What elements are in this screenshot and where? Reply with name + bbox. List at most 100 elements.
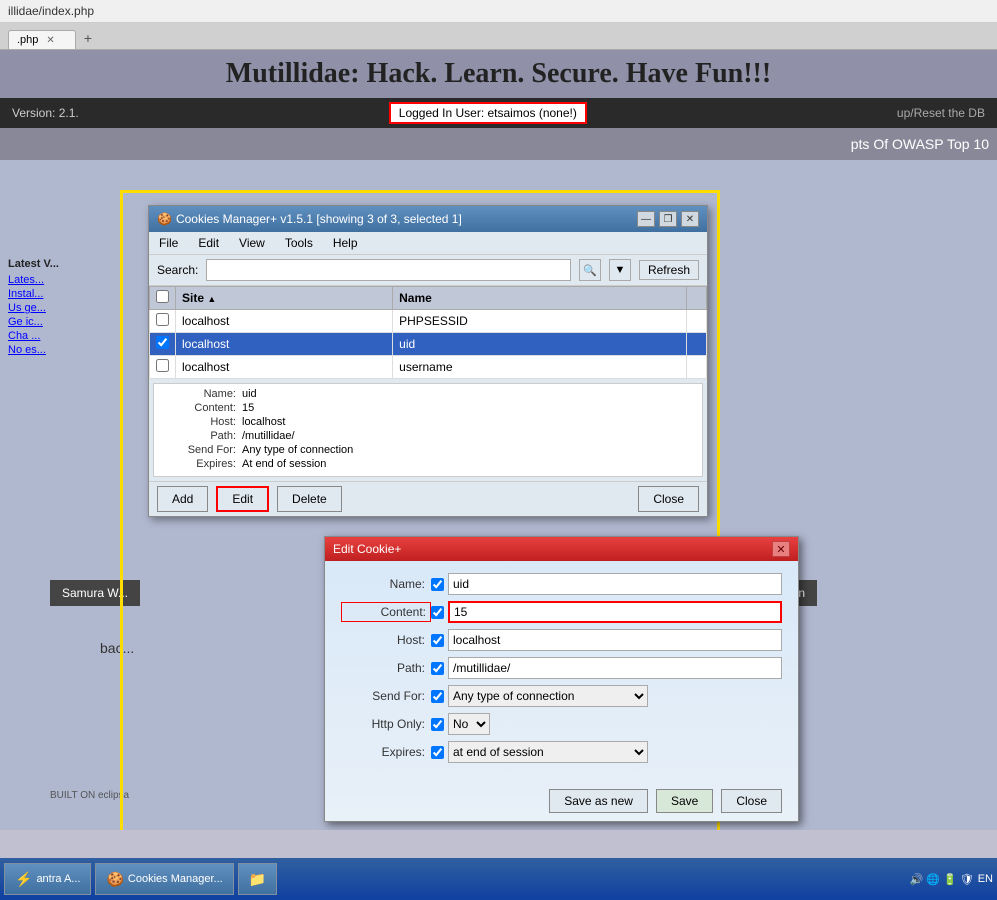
- page-title: Mutillidae: Hack. Learn. Secure. Have Fu…: [16, 58, 981, 90]
- header-name[interactable]: Name: [393, 287, 687, 310]
- content-input[interactable]: [448, 601, 782, 623]
- host-row: Host:: [341, 629, 782, 651]
- path-checkbox[interactable]: [431, 662, 444, 675]
- detail-content-label: Content:: [162, 402, 242, 414]
- tab-label: .php: [17, 34, 38, 46]
- browser-tab[interactable]: .php ✕: [8, 30, 76, 49]
- send-for-checkbox[interactable]: [431, 690, 444, 703]
- detail-host-label: Host:: [162, 416, 242, 428]
- logged-in-user-badge: Logged In User: etsaimos (none!): [389, 102, 587, 124]
- save-as-new-btn[interactable]: Save as new: [549, 789, 648, 813]
- row-site-3: localhost: [176, 356, 393, 379]
- detail-path-value: /mutillidae/: [242, 430, 295, 442]
- row-checkbox[interactable]: [150, 310, 176, 333]
- search-input[interactable]: [206, 259, 571, 281]
- detail-name-label: Name:: [162, 388, 242, 400]
- edit-buttons: Save as new Save Close: [325, 781, 798, 821]
- detail-send-for-label: Send For:: [162, 444, 242, 456]
- sidebar-link-3[interactable]: Us ge...: [8, 302, 112, 314]
- built-on-text: BUILT ON eclipsa: [50, 790, 129, 801]
- http-only-row: Http Only: No Yes: [341, 713, 782, 735]
- built-on: BUILT ON eclipsa: [50, 790, 129, 801]
- name-input[interactable]: [448, 573, 782, 595]
- edit-close-btn[interactable]: ✕: [772, 541, 790, 557]
- edit-btn[interactable]: Edit: [216, 486, 269, 512]
- expires-checkbox[interactable]: [431, 746, 444, 759]
- delete-btn[interactable]: Delete: [277, 486, 342, 512]
- close-window-btn[interactable]: ✕: [681, 211, 699, 227]
- latest-title: Latest V...: [8, 258, 112, 270]
- tab-close-btn[interactable]: ✕: [46, 35, 54, 46]
- row-site-1: localhost: [176, 310, 393, 333]
- http-only-select[interactable]: No Yes: [448, 713, 490, 735]
- row-name-2: uid: [393, 333, 687, 356]
- table-row-3[interactable]: localhost username: [150, 356, 707, 379]
- sidebar-link-4[interactable]: Ge ic...: [8, 316, 112, 328]
- menu-edit[interactable]: Edit: [192, 234, 225, 252]
- select-all-checkbox[interactable]: [156, 290, 169, 303]
- reset-db-link[interactable]: up/Reset the DB: [897, 106, 985, 120]
- search-button[interactable]: 🔍: [579, 259, 601, 281]
- row-checkbox-3[interactable]: [150, 356, 176, 379]
- menu-file[interactable]: File: [153, 234, 184, 252]
- menu-view[interactable]: View: [233, 234, 271, 252]
- menu-tools[interactable]: Tools: [279, 234, 319, 252]
- save-btn[interactable]: Save: [656, 789, 713, 813]
- refresh-button[interactable]: Refresh: [639, 260, 699, 280]
- add-btn[interactable]: Add: [157, 486, 208, 512]
- row-expand-3: [687, 356, 707, 379]
- row-checkbox-2[interactable]: [150, 333, 176, 356]
- menu-help[interactable]: Help: [327, 234, 364, 252]
- close-edit-btn[interactable]: Close: [721, 789, 782, 813]
- table-row[interactable]: localhost PHPSESSID: [150, 310, 707, 333]
- menu-bar: File Edit View Tools Help: [149, 232, 707, 255]
- table-row-selected[interactable]: localhost uid: [150, 333, 707, 356]
- host-input[interactable]: [448, 629, 782, 651]
- close-main-btn[interactable]: Close: [638, 486, 699, 512]
- taskbar-icon-2: 🍪: [106, 871, 123, 888]
- mutillidae-header: Mutillidae: Hack. Learn. Secure. Have Fu…: [0, 50, 997, 98]
- sidebar-link-6[interactable]: No es...: [8, 344, 112, 356]
- sort-arrow: ▲: [207, 294, 216, 304]
- sidebar-link-2[interactable]: Instal...: [8, 288, 112, 300]
- minimize-btn[interactable]: —: [637, 211, 655, 227]
- send-for-container: Any type of connection: [448, 685, 648, 707]
- host-checkbox[interactable]: [431, 634, 444, 647]
- content-checkbox[interactable]: [431, 606, 444, 619]
- content-row: Content:: [341, 601, 782, 623]
- taskbar-btn-1[interactable]: ⚡ antra A...: [4, 863, 91, 895]
- name-label: Name:: [341, 577, 431, 591]
- taskbar-icon-3: 📁: [249, 871, 266, 888]
- new-tab-btn[interactable]: +: [76, 27, 100, 49]
- address-bar: illidae/index.php: [0, 0, 997, 23]
- name-checkbox[interactable]: [431, 578, 444, 591]
- sidebar-link-5[interactable]: Cha ...: [8, 330, 112, 342]
- detail-expires-value: At end of session: [242, 458, 326, 470]
- expires-select[interactable]: at end of session: [448, 741, 648, 763]
- restore-btn[interactable]: ❐: [659, 211, 677, 227]
- taskbar: ⚡ antra A... 🍪 Cookies Manager... 📁 🔊 🌐 …: [0, 858, 997, 900]
- taskbar-btn-3[interactable]: 📁: [238, 863, 277, 895]
- samurai-button[interactable]: Samura W...: [50, 580, 140, 606]
- http-only-checkbox[interactable]: [431, 718, 444, 731]
- tab-bar: .php ✕ +: [0, 23, 997, 50]
- tray-icon-4: 🛡: [960, 873, 974, 886]
- tray-icon-3: 🔋: [943, 873, 957, 886]
- details-panel: Name: uid Content: 15 Host: localhost Pa…: [153, 383, 703, 477]
- taskbar-btn-2[interactable]: 🍪 Cookies Manager...: [95, 863, 233, 895]
- path-input[interactable]: [448, 657, 782, 679]
- owasp-header: pts Of OWASP Top 10: [0, 128, 997, 160]
- header-site[interactable]: Site ▲: [176, 287, 393, 310]
- search-dropdown-btn[interactable]: ▼: [609, 259, 631, 281]
- detail-name-row: Name: uid: [162, 388, 694, 400]
- browser-chrome: illidae/index.php .php ✕ +: [0, 0, 997, 50]
- sidebar-link-1[interactable]: Lates...: [8, 274, 112, 286]
- send-for-select[interactable]: Any type of connection: [448, 685, 648, 707]
- detail-name-value: uid: [242, 388, 257, 400]
- detail-send-for-value: Any type of connection: [242, 444, 353, 456]
- edit-titlebar: Edit Cookie+ ✕: [325, 537, 798, 561]
- taskbar-label-2: Cookies Manager...: [128, 873, 223, 885]
- cookies-manager-title: Cookies Manager+ v1.5.1 [showing 3 of 3,…: [176, 212, 462, 226]
- tray-icon-1: 🔊: [910, 873, 924, 886]
- name-row: Name:: [341, 573, 782, 595]
